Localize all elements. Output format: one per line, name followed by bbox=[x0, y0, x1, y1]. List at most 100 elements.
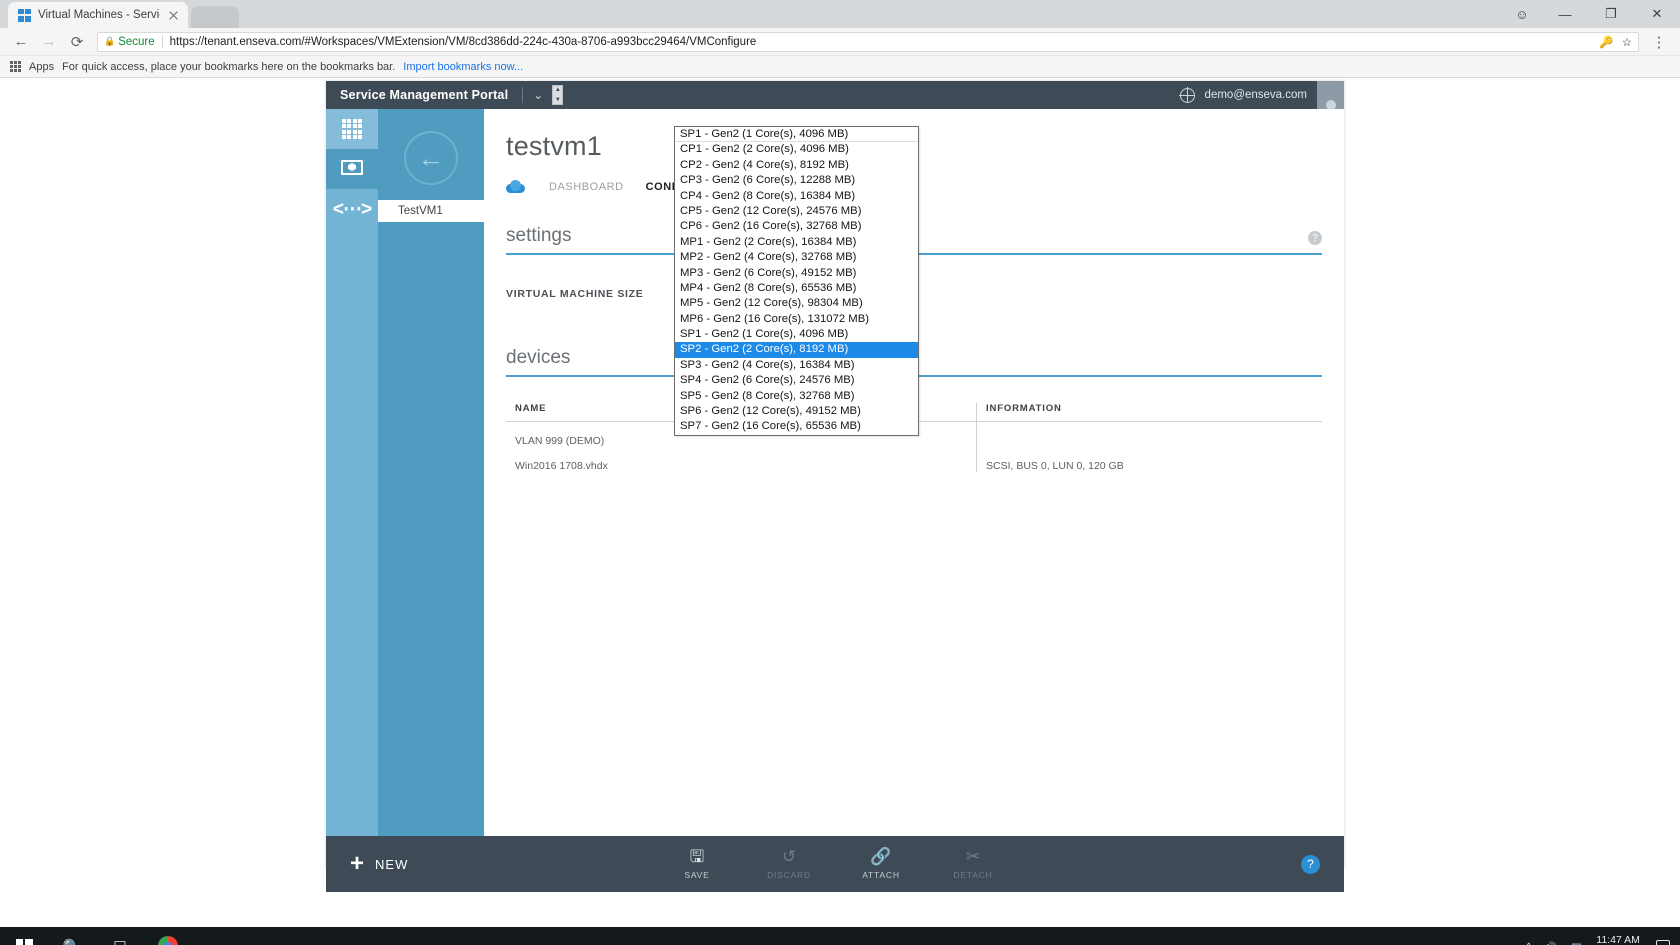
discard-icon: ↺ bbox=[781, 847, 797, 866]
help-icon[interactable]: ? bbox=[1308, 231, 1322, 245]
close-icon[interactable] bbox=[167, 9, 180, 22]
vm-size-dropdown-current[interactable]: SP1 - Gen2 (1 Core(s), 4096 MB) bbox=[675, 127, 918, 143]
spinner-down-icon[interactable]: ▼ bbox=[555, 97, 561, 103]
command-button-label: SAVE bbox=[684, 870, 710, 880]
browser-tab-strip: Virtual Machines - Servic ☺ — ❐ ✕ bbox=[0, 0, 1680, 28]
address-bar[interactable]: 🔒 Secure https://tenant.enseva.com /#Wor… bbox=[97, 31, 1639, 52]
vm-size-label: VIRTUAL MACHINE SIZE bbox=[506, 288, 644, 300]
tab-dashboard[interactable]: DASHBOARD bbox=[549, 181, 624, 193]
dropdown-option[interactable]: CP5 - Gen2 (12 Core(s), 24576 MB) bbox=[675, 204, 918, 219]
dropdown-option[interactable]: MP1 - Gen2 (2 Core(s), 16384 MB) bbox=[675, 235, 918, 250]
search-icon[interactable]: 🔍 bbox=[48, 927, 96, 945]
main-content: testvm1 DASHBOARD CONFIGURE CHECKPOINTS … bbox=[484, 109, 1344, 836]
key-icon[interactable]: 🔑 bbox=[1599, 35, 1613, 49]
spinner-stepper[interactable]: ▲ ▼ bbox=[552, 85, 564, 105]
header-divider bbox=[522, 87, 524, 103]
dropdown-option[interactable]: MP6 - Gen2 (16 Core(s), 131072 MB) bbox=[675, 312, 918, 327]
chrome-icon[interactable] bbox=[144, 927, 192, 945]
dropdown-option[interactable]: SP2 - Gen2 (2 Core(s), 8192 MB) bbox=[675, 342, 918, 358]
column-header-information: INFORMATION bbox=[986, 403, 1062, 414]
chevron-down-icon[interactable]: ⌄ bbox=[533, 88, 543, 102]
nav-item-testvm1[interactable]: TestVM1 bbox=[378, 200, 484, 222]
sidebar-item-all-items[interactable] bbox=[326, 109, 378, 149]
help-icon[interactable]: ? bbox=[1301, 854, 1320, 874]
command-button-label: DISCARD bbox=[767, 870, 811, 880]
import-bookmarks-link[interactable]: Import bookmarks now... bbox=[403, 61, 523, 73]
forward-icon[interactable]: → bbox=[36, 29, 62, 55]
windows-icon bbox=[18, 8, 31, 22]
sidebar-item-users[interactable] bbox=[326, 229, 378, 269]
new-button-label: NEW bbox=[375, 856, 409, 872]
spinner-up-icon[interactable]: ▲ bbox=[555, 87, 561, 93]
bookmarks-bar: Apps For quick access, place your bookma… bbox=[0, 56, 1680, 78]
task-view-icon[interactable]: ☐ bbox=[96, 927, 144, 945]
browser-tab[interactable]: Virtual Machines - Servic bbox=[8, 2, 188, 28]
vm-size-dropdown-list[interactable]: SP1 - Gen2 (1 Core(s), 4096 MB) CP1 - Gen… bbox=[674, 126, 919, 436]
dropdown-option[interactable]: CP1 - Gen2 (2 Core(s), 4096 MB) bbox=[675, 142, 918, 157]
save-button[interactable]: 🖫 SAVE bbox=[671, 848, 723, 880]
vm-size-field-row: VIRTUAL MACHINE SIZE SP1 - Gen2 (1 Core(… bbox=[506, 285, 1344, 303]
portal-header: Service Management Portal ⌄ ▲ ▼ demo@ens… bbox=[326, 81, 1344, 109]
notification-icon[interactable] bbox=[1656, 940, 1670, 945]
globe-icon[interactable] bbox=[1179, 87, 1195, 103]
attach-button[interactable]: 🔗 ATTACH bbox=[855, 848, 907, 880]
dropdown-option[interactable]: MP5 - Gen2 (12 Core(s), 98304 MB) bbox=[675, 296, 918, 311]
dropdown-option[interactable]: SP6 - Gen2 (12 Core(s), 49152 MB) bbox=[675, 404, 918, 419]
save-icon: 🖫 bbox=[689, 847, 705, 866]
dropdown-option[interactable]: SP3 - Gen2 (4 Core(s), 16384 MB) bbox=[675, 358, 918, 373]
avatar[interactable] bbox=[1317, 81, 1344, 109]
dropdown-option[interactable]: CP6 - Gen2 (16 Core(s), 32768 MB) bbox=[675, 219, 918, 234]
bookmarks-hint: For quick access, place your bookmarks h… bbox=[62, 60, 396, 73]
dropdown-option[interactable]: MP3 - Gen2 (6 Core(s), 49152 MB) bbox=[675, 266, 918, 281]
dropdown-option[interactable]: CP2 - Gen2 (4 Core(s), 8192 MB) bbox=[675, 158, 918, 173]
reload-icon[interactable]: ⟳ bbox=[64, 29, 90, 55]
dropdown-option[interactable]: CP4 - Gen2 (8 Core(s), 16384 MB) bbox=[675, 189, 918, 204]
monitor-icon bbox=[341, 159, 363, 179]
detach-button: ✂ DETACH bbox=[947, 848, 999, 880]
windows-start-icon[interactable] bbox=[0, 927, 48, 945]
attach-icon: 🔗 bbox=[870, 847, 892, 866]
dropdown-option[interactable]: MP4 - Gen2 (8 Core(s), 65536 MB) bbox=[675, 281, 918, 296]
network-icon[interactable]: 💻 bbox=[1570, 941, 1583, 945]
back-arrow-button[interactable]: ← bbox=[404, 131, 458, 185]
url-path: /#Workspaces/VMExtension/VM/8cd386dd-224… bbox=[301, 35, 757, 48]
sidebar-item-networks[interactable]: <⋯> bbox=[326, 189, 378, 229]
dropdown-option[interactable]: SP5 - Gen2 (8 Core(s), 32768 MB) bbox=[675, 389, 918, 404]
dropdown-option[interactable]: CP3 - Gen2 (6 Core(s), 12288 MB) bbox=[675, 173, 918, 188]
volume-icon[interactable]: 🔊 bbox=[1544, 941, 1557, 945]
user-email[interactable]: demo@enseva.com bbox=[1205, 89, 1307, 101]
grid-icon bbox=[342, 119, 362, 139]
dropdown-option[interactable]: MP2 - Gen2 (4 Core(s), 32768 MB) bbox=[675, 250, 918, 265]
kebab-menu-icon[interactable]: ⋮ bbox=[1646, 29, 1672, 55]
table-row[interactable]: Win2016 1708.vhdx bbox=[506, 447, 976, 472]
sidebar-item-virtual-machines[interactable] bbox=[326, 149, 378, 189]
secure-label: Secure bbox=[118, 35, 155, 48]
star-icon[interactable]: ☆ bbox=[1622, 35, 1632, 49]
clock[interactable]: 11:47 AM 3/26/2018 bbox=[1596, 934, 1643, 945]
minimize-button[interactable]: — bbox=[1542, 0, 1588, 28]
back-icon[interactable]: ← bbox=[8, 29, 34, 55]
service-management-portal: Service Management Portal ⌄ ▲ ▼ demo@ens… bbox=[326, 81, 1344, 892]
new-button[interactable]: + NEW bbox=[350, 850, 409, 877]
show-hidden-icon[interactable]: ^ bbox=[1526, 941, 1531, 945]
url-domain: https://tenant.enseva.com bbox=[169, 35, 302, 48]
dropdown-option[interactable]: SP4 - Gen2 (6 Core(s), 24576 MB) bbox=[675, 373, 918, 388]
apps-label[interactable]: Apps bbox=[29, 61, 54, 73]
dropdown-option[interactable]: SP7 - Gen2 (16 Core(s), 65536 MB) bbox=[675, 419, 918, 434]
maximize-button[interactable]: ❐ bbox=[1588, 0, 1634, 28]
network-icon: <⋯> bbox=[332, 198, 372, 220]
plus-icon: + bbox=[350, 850, 365, 877]
lock-icon: 🔒 bbox=[104, 36, 116, 46]
window-controls: ☺ — ❐ ✕ bbox=[1502, 0, 1680, 28]
table-cell-information: SCSI, BUS 0, LUN 0, 120 GB bbox=[986, 460, 1124, 472]
command-buttons: 🖫 SAVE ↺ DISCARD 🔗 ATTACH ✂ DETACH bbox=[671, 848, 999, 880]
dropdown-option[interactable]: SP1 - Gen2 (1 Core(s), 4096 MB) bbox=[675, 327, 918, 342]
table-cell-information bbox=[977, 422, 1322, 447]
person-icon bbox=[343, 239, 361, 259]
command-button-label: ATTACH bbox=[862, 870, 900, 880]
account-icon[interactable]: ☺ bbox=[1502, 0, 1542, 28]
close-window-button[interactable]: ✕ bbox=[1634, 0, 1680, 28]
command-bar: + NEW 🖫 SAVE ↺ DISCARD 🔗 ATTACH ✂ DETACH ? bbox=[326, 836, 1344, 892]
apps-grid-icon[interactable] bbox=[10, 61, 21, 72]
new-tab-button[interactable] bbox=[191, 6, 239, 28]
